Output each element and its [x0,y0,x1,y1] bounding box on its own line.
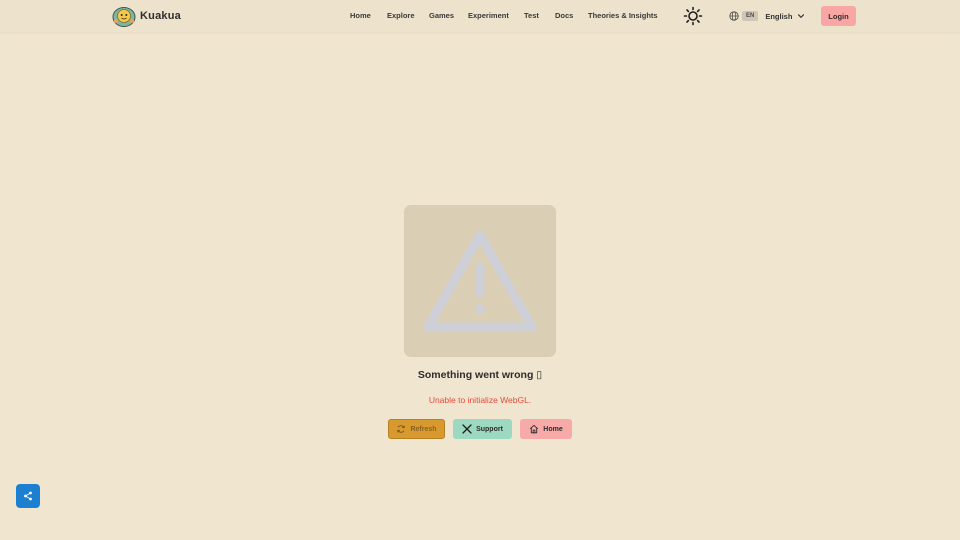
login-button[interactable]: Login [821,6,856,26]
nav-item-home[interactable]: Home [350,11,371,20]
refresh-label: Refresh [410,425,437,433]
chevron-down-icon [798,14,805,18]
language-selector[interactable]: EN English [729,10,805,22]
x-logo-icon [462,424,472,434]
support-button[interactable]: Support [453,419,512,439]
language-name: English [765,11,793,21]
brand[interactable]: Kuakua [112,5,181,27]
nav-item-explore[interactable]: Explore [387,11,415,20]
page: Kuakua Home Explore Games Experiment Tes… [0,0,960,540]
refresh-button[interactable]: Refresh [388,419,445,439]
globe-icon [729,11,739,21]
error-illustration [404,205,556,357]
warning-triangle-icon [423,230,537,332]
nav-item-games[interactable]: Games [429,11,454,20]
support-label: Support [476,425,503,433]
error-message: Unable to initialize WebGL. [428,395,532,405]
home-button[interactable]: Home [520,419,572,439]
nav-item-test[interactable]: Test [524,11,539,20]
home-icon [530,424,539,434]
nav-item-docs[interactable]: Docs [555,11,573,20]
refresh-icon [397,425,406,433]
nav-item-theories-insights[interactable]: Theories & Insights [588,11,658,20]
error-title: Something went wrong ▯ [417,369,543,381]
home-label: Home [543,425,563,433]
nav-item-experiment[interactable]: Experiment [468,11,509,20]
share-icon [24,491,32,501]
top-nav-bar: Kuakua Home Explore Games Experiment Tes… [0,0,960,32]
share-button[interactable] [16,484,40,508]
language-code-badge: EN [742,11,759,21]
kuakua-logo-icon [112,7,136,27]
brand-name: Kuakua [140,10,181,22]
sun-icon[interactable] [683,6,703,26]
